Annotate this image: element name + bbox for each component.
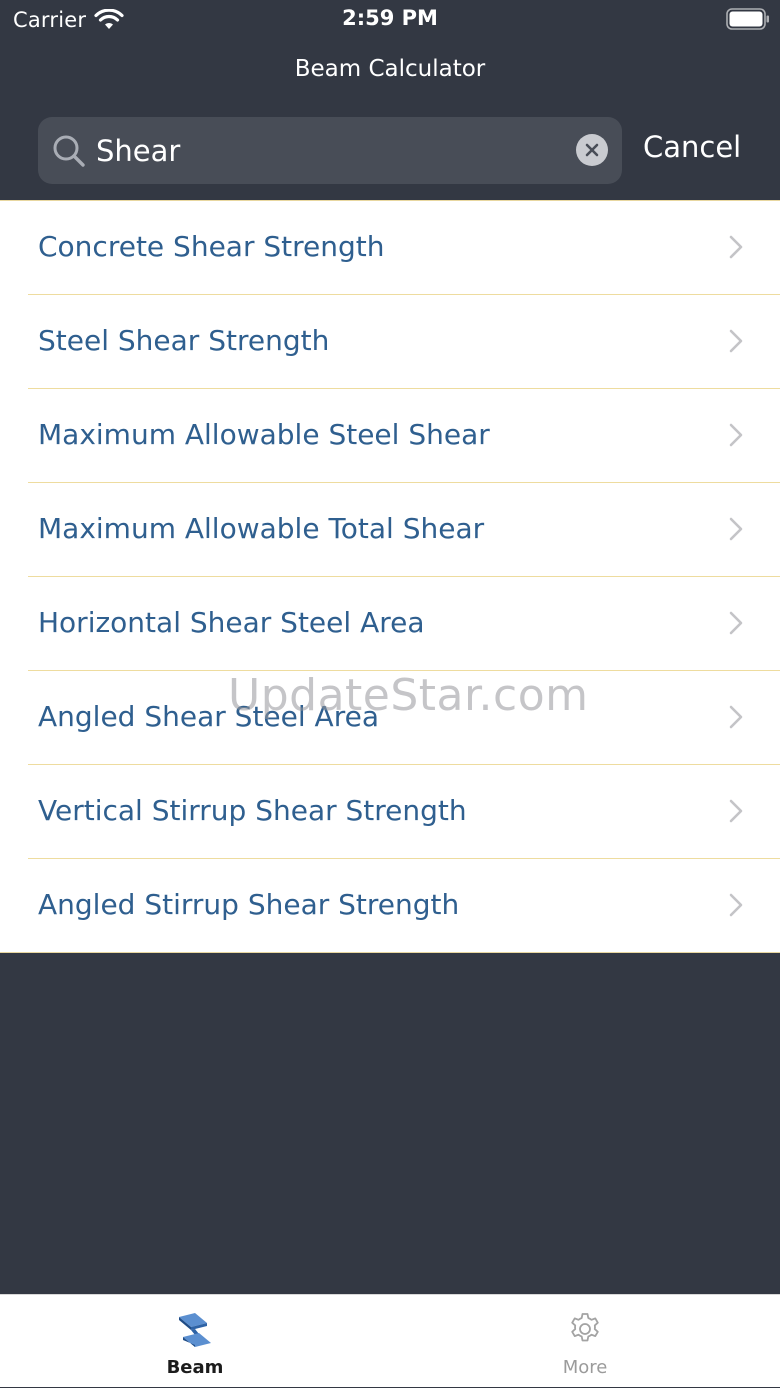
status-bar: Carrier 2:59 PM [0,0,780,40]
list-item[interactable]: Angled Shear Steel Area [0,671,780,765]
list-item[interactable]: Horizontal Shear Steel Area [0,577,780,671]
search-icon [53,135,85,167]
tab-label: Beam [166,1357,224,1378]
list-item-label: Steel Shear Strength [38,324,330,357]
list-item-label: Angled Stirrup Shear Strength [38,888,460,921]
list-item[interactable]: Steel Shear Strength [0,295,780,389]
beam-icon [179,1313,211,1347]
list-item[interactable]: Maximum Allowable Total Shear [0,483,780,577]
chevron-right-icon [729,423,743,447]
list-item[interactable]: Vertical Stirrup Shear Strength [0,765,780,859]
cancel-button[interactable]: Cancel [643,130,741,164]
tab-bar: Beam More [0,1294,780,1387]
list-item-label: Angled Shear Steel Area [38,700,379,733]
tab-beam[interactable]: Beam [0,1295,390,1388]
chevron-right-icon [729,705,743,729]
list-item[interactable]: Maximum Allowable Steel Shear [0,389,780,483]
tab-more[interactable]: More [390,1295,780,1388]
chevron-right-icon [729,517,743,541]
list-item-label: Maximum Allowable Steel Shear [38,418,490,451]
close-icon [585,143,599,157]
list-item[interactable]: Angled Stirrup Shear Strength [0,859,780,953]
chevron-right-icon [729,235,743,259]
gear-icon [571,1313,599,1342]
search-field[interactable] [38,117,622,184]
chevron-right-icon [729,329,743,353]
list-item[interactable]: Concrete Shear Strength [0,201,780,295]
list-item-label: Maximum Allowable Total Shear [38,512,485,545]
list-item-label: Vertical Stirrup Shear Strength [38,794,467,827]
chevron-right-icon [729,893,743,917]
chevron-right-icon [729,799,743,823]
list-item-label: Horizontal Shear Steel Area [38,606,425,639]
nav-title: Beam Calculator [294,56,486,82]
search-input[interactable] [96,117,556,184]
battery-icon [726,8,769,30]
list-item-label: Concrete Shear Strength [38,230,385,263]
chevron-right-icon [729,611,743,635]
results-list: Concrete Shear Strength Steel Shear Stre… [0,200,780,953]
tab-label: More [562,1357,608,1378]
status-time: 2:59 PM [342,6,438,30]
clear-search-button[interactable] [576,134,608,166]
